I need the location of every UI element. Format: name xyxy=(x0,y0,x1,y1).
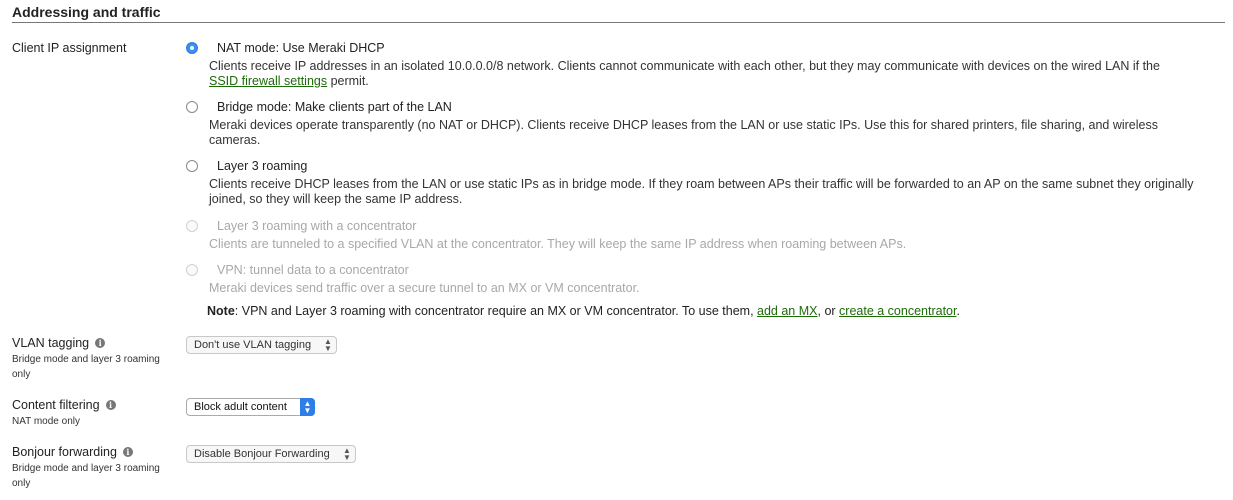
info-icon[interactable]: i xyxy=(95,338,106,348)
layer3-concentrator-radio xyxy=(186,220,198,232)
note-bold: Note xyxy=(207,304,235,318)
create-concentrator-link[interactable]: create a concentrator xyxy=(839,304,956,318)
select-arrows-icon: ▲ ▼ xyxy=(324,337,332,353)
layer3-roaming-description: Clients receive DHCP leases from the LAN… xyxy=(209,177,1194,206)
section-title: Addressing and traffic xyxy=(12,4,1225,23)
nat-mode-title: NAT mode: Use Meraki DHCP xyxy=(217,41,385,55)
content-filtering-select[interactable]: Block adult content ▲ ▼ xyxy=(186,398,315,416)
nat-mode-radio[interactable] xyxy=(186,42,198,54)
vpn-concentrator-description: Meraki devices send traffic over a secur… xyxy=(209,281,640,295)
bonjour-forwarding-value: Disable Bonjour Forwarding xyxy=(194,448,330,460)
vlan-tagging-sublabel: Bridge mode and layer 3 roaming only xyxy=(12,354,160,380)
client-ip-assignment-label: Client IP assignment xyxy=(12,41,127,55)
select-arrows-icon: ▲ ▼ xyxy=(300,398,315,416)
add-mx-link[interactable]: add an MX xyxy=(757,304,817,318)
note-end: . xyxy=(956,304,960,318)
concentrator-note: Note: VPN and Layer 3 roaming with conce… xyxy=(207,304,960,318)
ssid-firewall-settings-link[interactable]: SSID firewall settings xyxy=(209,74,327,88)
content-filtering-label: Content filtering i xyxy=(12,398,116,412)
bonjour-forwarding-label: Bonjour forwarding i xyxy=(12,445,133,459)
vpn-concentrator-title: VPN: tunnel data to a concentrator xyxy=(217,263,409,277)
content-filtering-label-text: Content filtering xyxy=(12,398,100,412)
bonjour-forwarding-select[interactable]: Disable Bonjour Forwarding ▲ ▼ xyxy=(186,445,356,463)
content-filtering-value: Block adult content xyxy=(194,401,287,413)
layer3-concentrator-title: Layer 3 roaming with a concentrator xyxy=(217,219,417,233)
vlan-tagging-select[interactable]: Don't use VLAN tagging ▲ ▼ xyxy=(186,336,337,354)
layer3-roaming-radio[interactable] xyxy=(186,160,198,172)
nat-mode-description: Clients receive IP addresses in an isola… xyxy=(209,59,1209,89)
info-icon[interactable]: i xyxy=(105,400,116,410)
nat-mode-desc-after: permit. xyxy=(327,74,369,88)
vlan-tagging-value: Don't use VLAN tagging xyxy=(194,339,312,351)
vlan-tagging-label: VLAN tagging i xyxy=(12,336,106,350)
bridge-mode-description: Meraki devices operate transparently (no… xyxy=(209,118,1158,147)
bridge-mode-radio[interactable] xyxy=(186,101,198,113)
info-icon[interactable]: i xyxy=(122,447,133,457)
note-mid: , or xyxy=(817,304,840,318)
bonjour-forwarding-sublabel: Bridge mode and layer 3 roaming only xyxy=(12,463,160,489)
vpn-concentrator-radio xyxy=(186,264,198,276)
layer3-roaming-title: Layer 3 roaming xyxy=(217,159,308,173)
vlan-tagging-label-text: VLAN tagging xyxy=(12,336,90,350)
nat-mode-desc-text: Clients receive IP addresses in an isola… xyxy=(209,59,1160,73)
note-text: : VPN and Layer 3 roaming with concentra… xyxy=(234,304,758,318)
content-filtering-sublabel: NAT mode only xyxy=(12,416,80,427)
select-arrows-icon: ▲ ▼ xyxy=(343,446,351,462)
bridge-mode-title: Bridge mode: Make clients part of the LA… xyxy=(217,100,452,114)
layer3-concentrator-description: Clients are tunneled to a specified VLAN… xyxy=(209,237,907,251)
bonjour-forwarding-label-text: Bonjour forwarding xyxy=(12,445,117,459)
